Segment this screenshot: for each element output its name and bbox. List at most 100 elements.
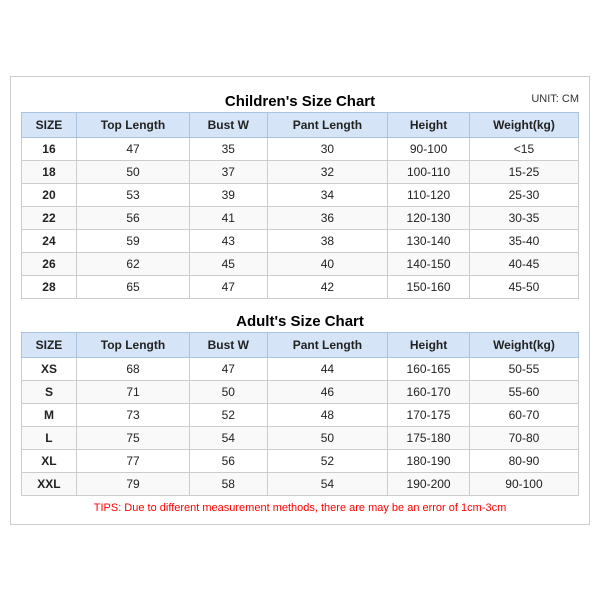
table-cell: 44 xyxy=(267,357,388,380)
adult-header-row: SIZE Top Length Bust W Pant Length Heigh… xyxy=(22,332,579,357)
table-cell: 34 xyxy=(267,183,388,206)
table-cell: 22 xyxy=(22,206,77,229)
table-cell: 75 xyxy=(76,426,189,449)
table-cell: 47 xyxy=(76,137,189,160)
adult-col-header-weight: Weight(kg) xyxy=(469,332,578,357)
table-cell: 50 xyxy=(76,160,189,183)
table-cell: 62 xyxy=(76,252,189,275)
table-cell: 39 xyxy=(190,183,268,206)
table-cell: 48 xyxy=(267,403,388,426)
table-cell: 45 xyxy=(190,252,268,275)
table-cell: 47 xyxy=(190,275,268,298)
col-header-size: SIZE xyxy=(22,112,77,137)
table-row: 22564136120-13030-35 xyxy=(22,206,579,229)
table-cell: XS xyxy=(22,357,77,380)
table-cell: 30-35 xyxy=(469,206,578,229)
col-header-height: Height xyxy=(388,112,470,137)
col-header-pant-length: Pant Length xyxy=(267,112,388,137)
table-row: L755450175-18070-80 xyxy=(22,426,579,449)
table-row: M735248170-17560-70 xyxy=(22,403,579,426)
table-cell: 42 xyxy=(267,275,388,298)
table-cell: 73 xyxy=(76,403,189,426)
table-cell: 35 xyxy=(190,137,268,160)
adult-size-table: SIZE Top Length Bust W Pant Length Heigh… xyxy=(21,332,579,496)
table-cell: 52 xyxy=(190,403,268,426)
table-cell: 90-100 xyxy=(469,472,578,495)
table-cell: 79 xyxy=(76,472,189,495)
table-cell: 18 xyxy=(22,160,77,183)
table-cell: 80-90 xyxy=(469,449,578,472)
table-cell: 37 xyxy=(190,160,268,183)
adult-table-body: XS684744160-16550-55S715046160-17055-60M… xyxy=(22,357,579,495)
table-cell: 36 xyxy=(267,206,388,229)
adult-col-header-pant-length: Pant Length xyxy=(267,332,388,357)
table-cell: S xyxy=(22,380,77,403)
table-cell: 26 xyxy=(22,252,77,275)
table-cell: 71 xyxy=(76,380,189,403)
table-cell: 25-30 xyxy=(469,183,578,206)
adult-col-header-bust-w: Bust W xyxy=(190,332,268,357)
table-row: 18503732100-11015-25 xyxy=(22,160,579,183)
table-cell: 30 xyxy=(267,137,388,160)
table-cell: 32 xyxy=(267,160,388,183)
children-title-text: Children's Size Chart xyxy=(225,93,375,110)
table-cell: 60-70 xyxy=(469,403,578,426)
table-cell: 50 xyxy=(267,426,388,449)
col-header-weight: Weight(kg) xyxy=(469,112,578,137)
table-cell: 41 xyxy=(190,206,268,229)
table-cell: 50-55 xyxy=(469,357,578,380)
table-cell: 68 xyxy=(76,357,189,380)
adult-col-header-top-length: Top Length xyxy=(76,332,189,357)
children-section-title: Children's Size Chart UNIT: CM xyxy=(21,87,579,112)
adult-col-header-height: Height xyxy=(388,332,470,357)
unit-label: UNIT: CM xyxy=(531,93,579,105)
table-cell: 46 xyxy=(267,380,388,403)
table-cell: 130-140 xyxy=(388,229,470,252)
table-cell: 58 xyxy=(190,472,268,495)
table-cell: 43 xyxy=(190,229,268,252)
table-cell: 140-150 xyxy=(388,252,470,275)
table-cell: 53 xyxy=(76,183,189,206)
table-row: XS684744160-16550-55 xyxy=(22,357,579,380)
table-cell: <15 xyxy=(469,137,578,160)
table-cell: 50 xyxy=(190,380,268,403)
table-cell: L xyxy=(22,426,77,449)
table-cell: 90-100 xyxy=(388,137,470,160)
table-cell: 16 xyxy=(22,137,77,160)
children-header-row: SIZE Top Length Bust W Pant Length Heigh… xyxy=(22,112,579,137)
table-cell: 65 xyxy=(76,275,189,298)
size-chart-container: Children's Size Chart UNIT: CM SIZE Top … xyxy=(10,76,590,525)
table-row: 1647353090-100<15 xyxy=(22,137,579,160)
table-cell: 56 xyxy=(76,206,189,229)
table-cell: 180-190 xyxy=(388,449,470,472)
table-cell: M xyxy=(22,403,77,426)
col-header-top-length: Top Length xyxy=(76,112,189,137)
table-cell: 38 xyxy=(267,229,388,252)
table-cell: 28 xyxy=(22,275,77,298)
table-cell: 150-160 xyxy=(388,275,470,298)
table-cell: 52 xyxy=(267,449,388,472)
table-row: XXL795854190-20090-100 xyxy=(22,472,579,495)
table-cell: 54 xyxy=(190,426,268,449)
table-cell: 24 xyxy=(22,229,77,252)
table-row: 26624540140-15040-45 xyxy=(22,252,579,275)
children-table-body: 1647353090-100<1518503732100-11015-25205… xyxy=(22,137,579,298)
table-row: 28654742150-16045-50 xyxy=(22,275,579,298)
table-cell: 20 xyxy=(22,183,77,206)
table-cell: 175-180 xyxy=(388,426,470,449)
table-cell: 160-165 xyxy=(388,357,470,380)
table-cell: 15-25 xyxy=(469,160,578,183)
table-row: XL775652180-19080-90 xyxy=(22,449,579,472)
table-cell: 40-45 xyxy=(469,252,578,275)
table-cell: XXL xyxy=(22,472,77,495)
table-cell: 190-200 xyxy=(388,472,470,495)
adult-title-text: Adult's Size Chart xyxy=(236,313,364,330)
adult-section-title: Adult's Size Chart xyxy=(21,307,579,332)
table-cell: 45-50 xyxy=(469,275,578,298)
table-cell: 47 xyxy=(190,357,268,380)
col-header-bust-w: Bust W xyxy=(190,112,268,137)
table-cell: 59 xyxy=(76,229,189,252)
table-cell: 110-120 xyxy=(388,183,470,206)
table-cell: 77 xyxy=(76,449,189,472)
table-row: S715046160-17055-60 xyxy=(22,380,579,403)
